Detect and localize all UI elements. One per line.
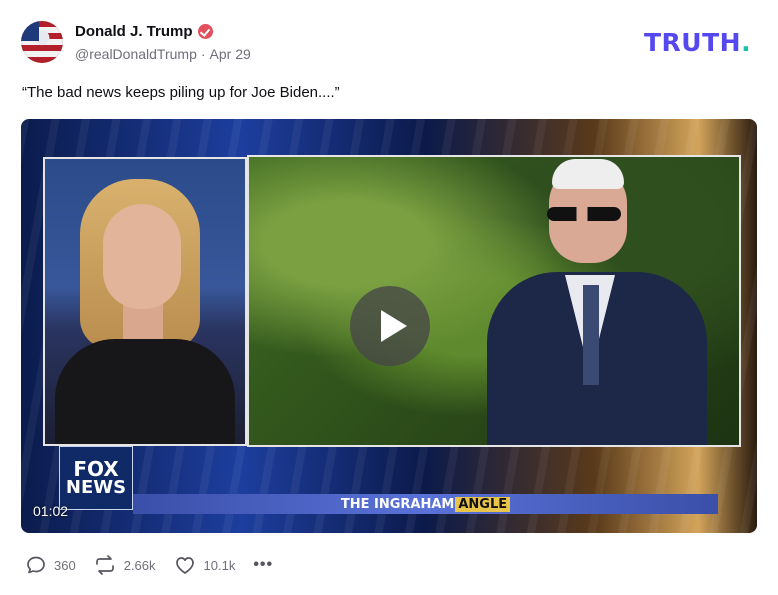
network-logo: FOX NEWS bbox=[59, 446, 133, 510]
host-panel bbox=[43, 157, 247, 446]
like-count: 10.1k bbox=[203, 557, 236, 573]
meta-separator: · bbox=[200, 46, 206, 62]
reply-count: 360 bbox=[54, 557, 76, 573]
author-row: Donald J. Trump bbox=[75, 23, 213, 40]
avatar[interactable] bbox=[21, 21, 63, 63]
post-text: “The bad news keeps piling up for Joe Bi… bbox=[22, 84, 340, 101]
author-name[interactable]: Donald J. Trump bbox=[75, 23, 193, 40]
network-logo-line2: NEWS bbox=[65, 477, 127, 498]
truth-logo[interactable]: TRUTH. bbox=[644, 28, 751, 57]
truth-post: Donald J. Trump @realDonaldTrump · Apr 2… bbox=[0, 0, 778, 595]
like-icon bbox=[175, 557, 194, 574]
like-button[interactable]: 10.1k bbox=[174, 555, 236, 575]
more-icon: ••• bbox=[253, 556, 274, 573]
subject-hair bbox=[552, 159, 624, 189]
play-icon bbox=[381, 310, 407, 342]
video-player[interactable]: FOX NEWS THE INGRAHAM ANGLE 01:02 bbox=[21, 119, 757, 533]
retruth-icon bbox=[95, 555, 114, 575]
show-banner: THE INGRAHAM ANGLE bbox=[133, 494, 718, 514]
logo-text: TRUTH bbox=[644, 28, 742, 57]
host-face bbox=[103, 204, 181, 309]
show-title: THE INGRAHAM bbox=[340, 496, 455, 512]
video-duration: 01:02 bbox=[33, 503, 69, 519]
verified-icon bbox=[197, 24, 213, 39]
footage-panel bbox=[247, 155, 741, 447]
post-date[interactable]: Apr 29 bbox=[210, 46, 251, 62]
author-handle[interactable]: @realDonaldTrump bbox=[75, 46, 197, 62]
action-bar: 360 2.66k 10.1k ••• bbox=[26, 554, 273, 576]
show-title-accent: ANGLE bbox=[455, 496, 511, 512]
meta-row: @realDonaldTrump · Apr 29 bbox=[75, 46, 251, 62]
sunglasses bbox=[547, 207, 621, 221]
subject-tie bbox=[583, 285, 599, 385]
reply-icon bbox=[27, 556, 45, 574]
more-button[interactable]: ••• bbox=[253, 556, 273, 574]
network-logo-line1: FOX bbox=[73, 457, 119, 481]
retruth-button[interactable]: 2.66k bbox=[94, 555, 156, 575]
logo-dot: . bbox=[741, 28, 752, 57]
reply-button[interactable]: 360 bbox=[26, 555, 76, 575]
play-button[interactable] bbox=[350, 286, 430, 366]
host-body bbox=[55, 339, 235, 444]
retruth-count: 2.66k bbox=[123, 557, 156, 573]
